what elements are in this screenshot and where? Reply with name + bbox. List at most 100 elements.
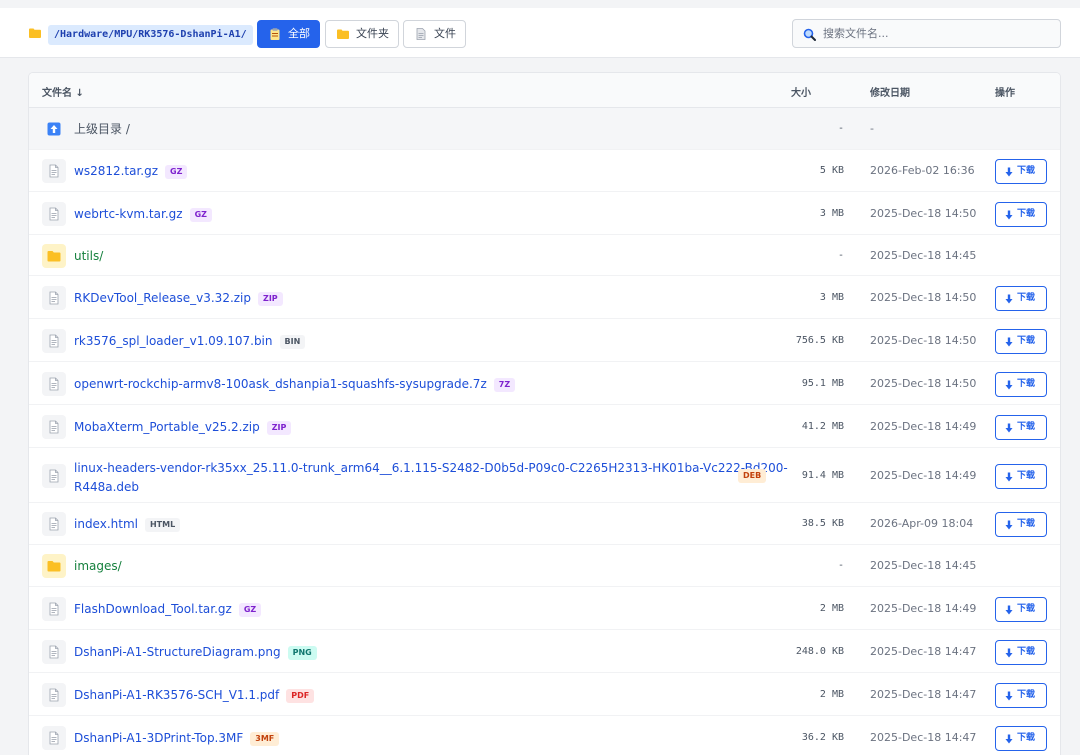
filter-all-button[interactable]: 全部	[257, 20, 320, 48]
filter-folders-button[interactable]: 文件夹	[325, 20, 399, 48]
column-header-date: 修改日期	[870, 88, 910, 99]
download-label: 下载	[1017, 647, 1036, 657]
file-link[interactable]: index.html HTML	[74, 516, 181, 532]
file-row: DshanPi-A1-RK3576-SCH_V1.1.pdf PDF 2 MB 202…	[29, 673, 1060, 716]
file-link[interactable]: webrtc-kvm.tar.gz GZ	[74, 206, 212, 222]
file-link-line: linux-headers-vendor-rk35xx_25.11.0-trun…	[74, 461, 788, 475]
file-link-line: R448a.deb	[74, 480, 140, 494]
search-input[interactable]	[823, 23, 1053, 44]
download-button[interactable]: 下载	[995, 683, 1047, 708]
file-icon	[42, 464, 66, 488]
file-icon	[416, 28, 426, 40]
file-link[interactable]: DshanPi-A1-3DPrint-Top.3MF 3MF	[74, 730, 280, 746]
file-link[interactable]: MobaXterm_Portable_v25.2.zip ZIP	[74, 419, 292, 435]
file-link-text: openwrt-rockchip-armv8-100ask_dshanpia1-…	[74, 377, 487, 391]
file-row: linux-headers-vendor-rk35xx_25.11.0-trun…	[29, 448, 1060, 503]
download-button[interactable]: 下载	[995, 726, 1047, 751]
file-link-text: utils/	[74, 249, 104, 263]
file-row: index.html HTML 38.5 KB 2026-Apr-09 18:04 下载	[29, 503, 1060, 545]
file-icon	[42, 726, 66, 750]
filter-files-label: 文件	[434, 27, 456, 40]
modified-date: 2025-Dec-18 14:50	[870, 207, 977, 220]
file-link[interactable]: openwrt-rockchip-armv8-100ask_dshanpia1-…	[74, 376, 516, 392]
download-label: 下载	[1017, 336, 1036, 346]
download-button[interactable]: 下载	[995, 202, 1047, 227]
file-size: -	[837, 250, 844, 261]
modified-date: 2025-Dec-18 14:49	[870, 469, 977, 482]
modified-date: -	[870, 122, 874, 135]
modified-date: 2025-Dec-18 14:47	[870, 645, 977, 658]
file-type-badge: 3MF	[250, 732, 280, 746]
download-button[interactable]: 下载	[995, 415, 1047, 440]
file-size: 5 KB	[819, 165, 844, 176]
download-label: 下载	[1017, 690, 1036, 700]
download-button[interactable]: 下载	[995, 640, 1047, 665]
file-row: webrtc-kvm.tar.gz GZ 3 MB 2025-Dec-18 14:50…	[29, 192, 1060, 235]
file-icon	[42, 159, 66, 183]
file-size: 3 MB	[819, 208, 844, 219]
file-link[interactable]: linux-headers-vendor-rk35xx_25.11.0-trun…	[74, 459, 788, 497]
file-link[interactable]: DshanPi-A1-StructureDiagram.png PNG	[74, 644, 317, 660]
download-button[interactable]: 下载	[995, 286, 1047, 311]
download-button[interactable]: 下载	[995, 464, 1047, 489]
file-size: -	[837, 560, 844, 571]
file-type-badge: ZIP	[258, 292, 283, 306]
download-button[interactable]: 下载	[995, 372, 1047, 397]
folder-icon	[29, 28, 41, 38]
download-label: 下载	[1017, 379, 1036, 389]
modified-date: 2025-Dec-18 14:45	[870, 559, 977, 572]
file-type-badge: DEB	[738, 469, 767, 483]
file-link-text: index.html	[74, 517, 138, 531]
file-row: RKDevTool_Release_v3.32.zip ZIP 3 MB 2025-D…	[29, 276, 1060, 319]
file-link-text: DshanPi-A1-3DPrint-Top.3MF	[74, 731, 244, 745]
file-link-text: RKDevTool_Release_v3.32.zip	[74, 291, 252, 305]
file-link-text: DshanPi-A1-StructureDiagram.png	[74, 645, 281, 659]
file-link[interactable]: rk3576_spl_loader_v1.09.107.bin BIN	[74, 333, 306, 349]
modified-date: 2026-Apr-09 18:04	[870, 517, 974, 530]
file-size: 248.0 KB	[795, 646, 844, 657]
folder-row: utils/ - 2025-Dec-18 14:45	[29, 235, 1060, 276]
download-label: 下载	[1017, 422, 1036, 432]
file-size: 95.1 MB	[801, 378, 844, 389]
file-size: 756.5 KB	[795, 335, 844, 346]
file-type-badge: GZ	[165, 165, 188, 179]
folder-link[interactable]: images/	[74, 558, 122, 574]
folder-link[interactable]: utils/	[74, 248, 103, 264]
download-label: 下载	[1017, 733, 1036, 743]
column-header-name[interactable]: 文件名 ↓	[42, 84, 84, 99]
file-row: openwrt-rockchip-armv8-100ask_dshanpia1-…	[29, 362, 1060, 405]
filter-files-button[interactable]: 文件	[403, 20, 466, 48]
parent-directory-row: 上级目录 / - -	[29, 108, 1060, 150]
file-icon	[42, 512, 66, 536]
file-type-badge: GZ	[238, 603, 262, 617]
download-button[interactable]: 下载	[995, 159, 1047, 184]
download-label: 下载	[1017, 471, 1036, 481]
file-link[interactable]: ws2812.tar.gz GZ	[74, 163, 188, 179]
file-type-badge: PNG	[287, 646, 317, 660]
download-label: 下载	[1017, 293, 1036, 303]
toolbar: /Hardware/MPU/RK3576-DshanPi-A1/ 全部 文件夹 …	[0, 8, 1080, 58]
download-label: 下载	[1017, 209, 1036, 219]
breadcrumb-path[interactable]: /Hardware/MPU/RK3576-DshanPi-A1/	[48, 25, 253, 45]
file-type-badge: GZ	[189, 208, 212, 222]
file-link[interactable]: RKDevTool_Release_v3.32.zip ZIP	[74, 290, 283, 306]
file-link[interactable]: FlashDownload_Tool.tar.gz GZ	[74, 601, 262, 617]
download-button[interactable]: 下载	[995, 512, 1047, 537]
modified-date: 2025-Dec-18 14:50	[870, 377, 977, 390]
column-header-action: 操作	[995, 88, 1015, 99]
file-type-badge: PDF	[286, 689, 315, 703]
download-button[interactable]: 下载	[995, 329, 1047, 354]
file-size: 3 MB	[819, 292, 844, 303]
parent-directory-link[interactable]: 上级目录 /	[74, 121, 130, 137]
search-box	[792, 19, 1061, 48]
file-icon	[42, 640, 66, 664]
download-label: 下载	[1017, 604, 1036, 614]
download-button[interactable]: 下载	[995, 597, 1047, 622]
file-type-badge: HTML	[144, 518, 181, 532]
file-link[interactable]: DshanPi-A1-RK3576-SCH_V1.1.pdf PDF	[74, 687, 315, 703]
file-row: FlashDownload_Tool.tar.gz GZ 2 MB 2025-Dec-…	[29, 587, 1060, 630]
file-icon	[42, 372, 66, 396]
file-row: DshanPi-A1-StructureDiagram.png PNG 248.0 …	[29, 630, 1060, 673]
file-link-text: MobaXterm_Portable_v25.2.zip	[74, 420, 260, 434]
modified-date: 2025-Dec-18 14:47	[870, 688, 977, 701]
